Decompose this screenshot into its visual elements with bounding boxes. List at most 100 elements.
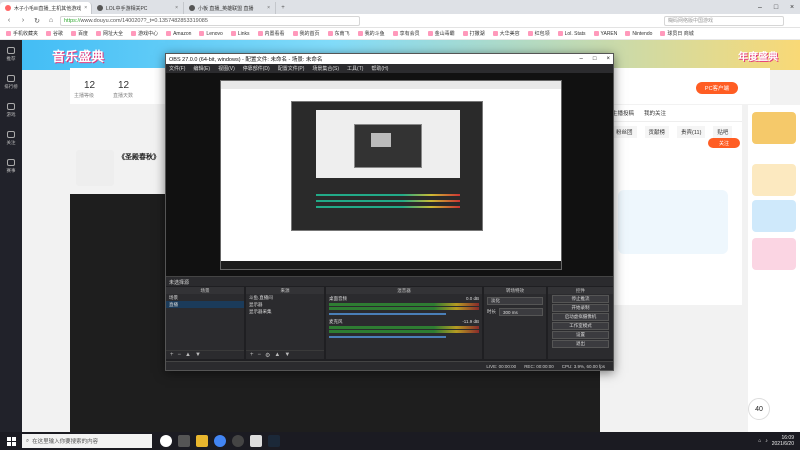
move-up-icon[interactable]: ▲ bbox=[185, 352, 191, 358]
cortana-icon[interactable] bbox=[160, 435, 172, 447]
promo-card[interactable] bbox=[752, 200, 796, 232]
bookmark-item[interactable]: 游戏中心 bbox=[131, 30, 158, 37]
browser-tab-1[interactable]: 木子小毛iiii直播_主机其他游戏 × bbox=[0, 2, 92, 14]
menu-docks[interactable]: 停靠部件(D) bbox=[243, 65, 270, 72]
file-explorer-icon[interactable] bbox=[196, 435, 208, 447]
obs-preview-canvas[interactable] bbox=[166, 73, 613, 276]
pc-client-button[interactable]: PC客户端 bbox=[696, 82, 738, 94]
gear-icon[interactable]: ⚙ bbox=[265, 352, 270, 359]
bookmark-item[interactable]: 我的斗鱼 bbox=[358, 30, 385, 37]
move-down-icon[interactable]: ▼ bbox=[284, 352, 290, 358]
studio-mode-button[interactable]: 工作室模式 bbox=[552, 322, 609, 330]
transition-select[interactable]: 淡化 bbox=[487, 297, 543, 305]
volume-icon[interactable]: ♪ bbox=[765, 438, 768, 444]
menu-file[interactable]: 文件(F) bbox=[169, 65, 185, 72]
tab-uploads[interactable]: 主播投稿 bbox=[612, 109, 634, 117]
steam-icon[interactable] bbox=[268, 435, 280, 447]
move-up-icon[interactable]: ▲ bbox=[274, 352, 280, 358]
close-icon[interactable]: × bbox=[606, 56, 610, 62]
scene-item[interactable]: 场景 bbox=[166, 294, 244, 301]
close-icon[interactable]: × bbox=[175, 5, 178, 11]
bookmark-item[interactable]: 网址大全 bbox=[96, 30, 123, 37]
nav-item-rank[interactable]: 排行榜 bbox=[0, 68, 22, 96]
bookmark-item[interactable]: Lol. Stats bbox=[558, 31, 586, 37]
minimize-icon[interactable]: – bbox=[580, 56, 583, 62]
bookmark-item[interactable]: 谷歌 bbox=[46, 30, 63, 37]
close-window-icon[interactable]: × bbox=[784, 0, 800, 14]
follow-button[interactable]: 关注 bbox=[708, 138, 740, 148]
level-badge[interactable]: 40 bbox=[748, 398, 770, 420]
tab-tieba[interactable]: 贴吧 bbox=[713, 126, 733, 138]
virtual-camera-button[interactable]: 启动虚拟摄像机 bbox=[552, 313, 609, 321]
network-icon[interactable]: ⌂ bbox=[758, 438, 761, 444]
volume-slider[interactable] bbox=[329, 313, 446, 315]
bookmark-item[interactable]: 手机收藏夹 bbox=[6, 30, 38, 37]
streamer-avatar[interactable] bbox=[76, 150, 114, 186]
bookmark-item[interactable]: Nintendo bbox=[625, 31, 652, 37]
tab-following[interactable]: 我的关注 bbox=[644, 109, 666, 117]
remove-icon[interactable]: − bbox=[258, 352, 262, 358]
menu-help[interactable]: 帮助(H) bbox=[371, 65, 388, 72]
bookmark-item[interactable]: 我的首页 bbox=[293, 30, 320, 37]
tab-contrib[interactable]: 贡献榜 bbox=[644, 126, 670, 138]
bookmark-item[interactable]: 打撒湖 bbox=[463, 30, 485, 37]
bookmark-item[interactable]: 内置看看 bbox=[258, 30, 285, 37]
start-button[interactable] bbox=[0, 432, 22, 450]
add-icon[interactable]: + bbox=[170, 352, 174, 358]
menu-profile[interactable]: 配置文件(P) bbox=[278, 65, 305, 72]
maximize-icon[interactable]: □ bbox=[768, 0, 784, 14]
menu-edit[interactable]: 编辑(E) bbox=[193, 65, 210, 72]
bookmark-item[interactable]: 球员日 商城 bbox=[660, 30, 693, 37]
home-icon[interactable]: ⌂ bbox=[46, 17, 56, 24]
taskbar-search[interactable]: ⌕ 在这里输入你要搜索的内容 bbox=[22, 434, 152, 448]
tab-vip[interactable]: 贵宾(11) bbox=[677, 126, 706, 138]
nav-item-events[interactable]: 赛事 bbox=[0, 152, 22, 180]
move-down-icon[interactable]: ▼ bbox=[195, 352, 201, 358]
bookmark-item[interactable]: Amazon bbox=[166, 31, 191, 37]
minimize-icon[interactable]: – bbox=[752, 0, 768, 14]
url-input[interactable]: https://www.douyu.com/1400207?_t=0.13574… bbox=[60, 15, 360, 26]
scene-item[interactable]: 直播 bbox=[166, 301, 244, 308]
promo-card[interactable] bbox=[752, 164, 796, 196]
bookmark-item[interactable]: 红包领 bbox=[528, 30, 550, 37]
menu-view[interactable]: 视图(V) bbox=[218, 65, 235, 72]
tab-fans[interactable]: 粉丝团 bbox=[612, 126, 637, 138]
bookmark-item[interactable]: 金山毒霸 bbox=[428, 30, 455, 37]
maximize-icon[interactable]: □ bbox=[593, 56, 597, 62]
remove-icon[interactable]: − bbox=[178, 352, 182, 358]
browser-search-input[interactable]: 糊码网络版中国游戏 bbox=[664, 15, 784, 26]
task-view-icon[interactable] bbox=[178, 435, 190, 447]
bookmark-item[interactable]: Links bbox=[231, 31, 250, 37]
bookmark-item[interactable]: 百度 bbox=[71, 30, 88, 37]
settings-button[interactable]: 设置 bbox=[552, 331, 609, 339]
nav-item-recommend[interactable]: 推荐 bbox=[0, 40, 22, 68]
stop-streaming-button[interactable]: 停止推流 bbox=[552, 295, 609, 303]
bookmark-item[interactable]: YAREN bbox=[594, 31, 618, 37]
browser-tab-2[interactable]: LOL中手游相关PC × bbox=[92, 2, 184, 14]
source-item[interactable]: 显示器采集 bbox=[246, 308, 324, 315]
promo-card[interactable] bbox=[752, 238, 796, 270]
clock[interactable]: 16:09 2021/6/20 bbox=[772, 435, 794, 447]
exit-button[interactable]: 退出 bbox=[552, 340, 609, 348]
bookmark-item[interactable]: 享有会员 bbox=[393, 30, 420, 37]
start-recording-button[interactable]: 开始录制 bbox=[552, 304, 609, 312]
volume-slider[interactable] bbox=[329, 336, 446, 338]
back-icon[interactable]: ‹ bbox=[4, 17, 14, 24]
source-item[interactable]: 显示器 bbox=[246, 301, 324, 308]
source-item[interactable]: 斗鱼.直播间 bbox=[246, 294, 324, 301]
nav-item-follow[interactable]: 关注 bbox=[0, 124, 22, 152]
menu-scene-collection[interactable]: 场景集合(S) bbox=[312, 65, 339, 72]
browser-tab-3[interactable]: 小板 直播_英雄联盟 直播 × bbox=[184, 2, 276, 14]
obs-icon[interactable] bbox=[232, 435, 244, 447]
bookmark-item[interactable]: 东南飞 bbox=[328, 30, 350, 37]
reload-icon[interactable]: ↻ bbox=[32, 17, 42, 25]
close-icon[interactable]: × bbox=[84, 5, 87, 11]
app-icon[interactable] bbox=[250, 435, 262, 447]
chrome-icon[interactable] bbox=[214, 435, 226, 447]
duration-input[interactable]: 300 ms bbox=[499, 308, 543, 316]
promo-card[interactable] bbox=[752, 112, 796, 144]
new-tab-button[interactable]: + bbox=[276, 2, 290, 14]
close-icon[interactable]: × bbox=[267, 5, 270, 11]
add-icon[interactable]: + bbox=[250, 352, 254, 358]
nav-item-games[interactable]: 游戏 bbox=[0, 96, 22, 124]
